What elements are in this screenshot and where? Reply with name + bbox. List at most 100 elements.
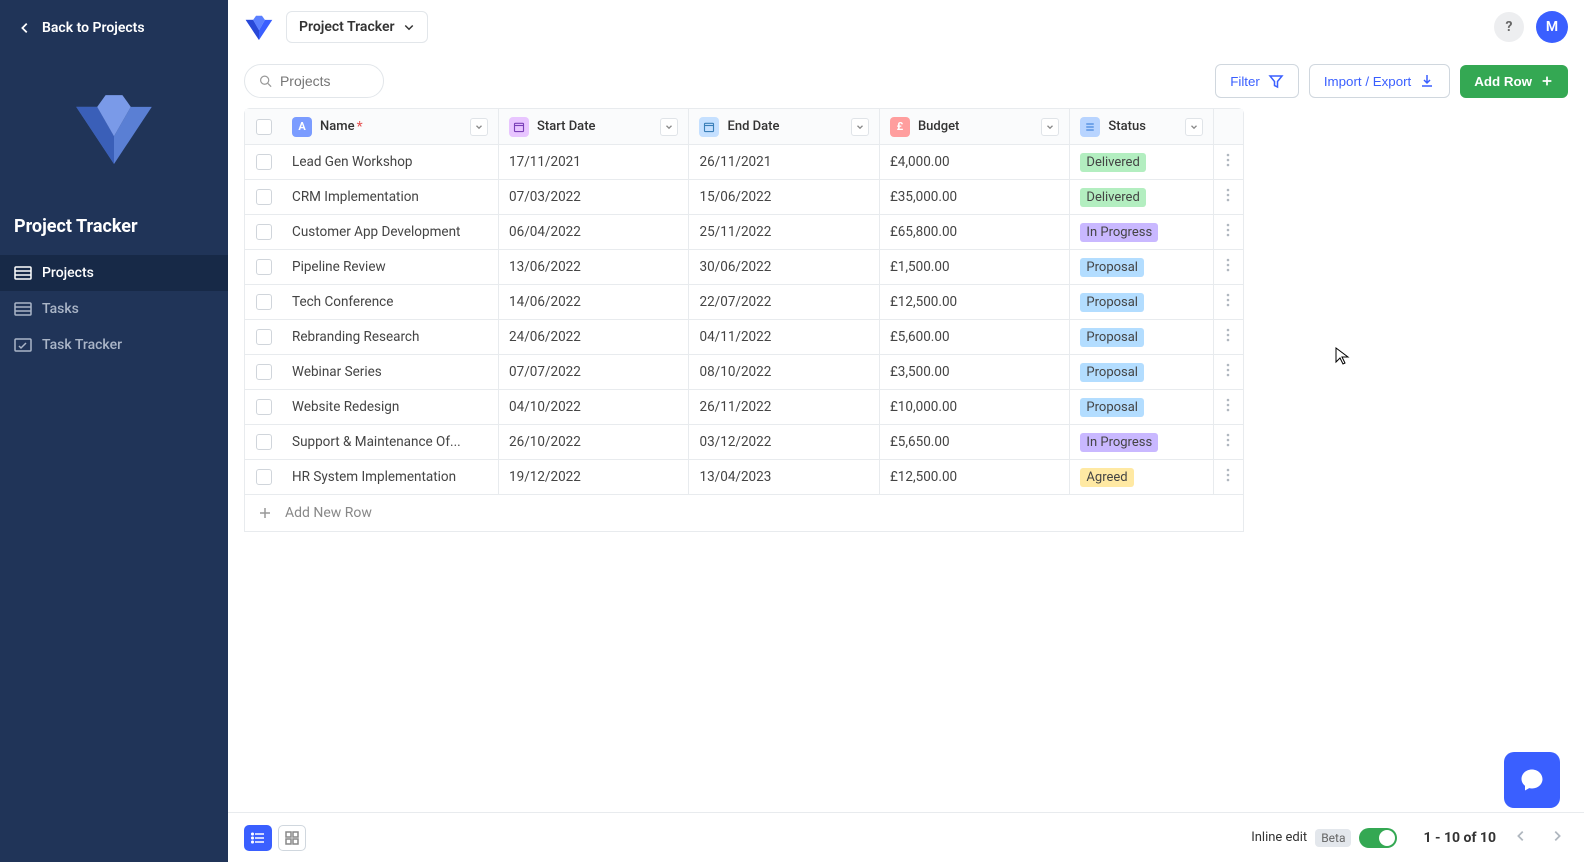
table-row[interactable]: Customer App Development06/04/202225/11/…	[245, 215, 1243, 250]
cell-start-date[interactable]: 07/07/2022	[499, 355, 689, 389]
cell-start-date[interactable]: 04/10/2022	[499, 390, 689, 424]
table-row[interactable]: Lead Gen Workshop17/11/202126/11/2021£4,…	[245, 145, 1243, 180]
row-menu-button[interactable]	[1226, 153, 1230, 171]
list-view-button[interactable]	[244, 825, 272, 851]
select-all-checkbox[interactable]	[256, 119, 272, 135]
table-row[interactable]: Pipeline Review13/06/202230/06/2022£1,50…	[245, 250, 1243, 285]
cell-status[interactable]: Proposal	[1070, 355, 1213, 389]
column-menu-button[interactable]	[470, 118, 488, 136]
column-menu-button[interactable]	[660, 118, 678, 136]
inline-edit-toggle[interactable]	[1359, 828, 1397, 848]
row-checkbox[interactable]	[256, 224, 272, 240]
filter-button[interactable]: Filter	[1215, 64, 1299, 98]
cell-end-date[interactable]: 26/11/2022	[689, 390, 879, 424]
cell-status[interactable]: Proposal	[1070, 285, 1213, 319]
column-header-end-date[interactable]: End Date	[689, 109, 879, 144]
row-checkbox[interactable]	[256, 189, 272, 205]
row-menu-button[interactable]	[1226, 468, 1230, 486]
nav-item-tasks[interactable]: Tasks	[0, 291, 228, 327]
row-menu-button[interactable]	[1226, 433, 1230, 451]
column-menu-button[interactable]	[1041, 118, 1059, 136]
table-row[interactable]: Tech Conference14/06/202222/07/2022£12,5…	[245, 285, 1243, 320]
row-checkbox[interactable]	[256, 329, 272, 345]
cell-status[interactable]: In Progress	[1070, 215, 1213, 249]
cell-status[interactable]: Proposal	[1070, 390, 1213, 424]
prev-page-button[interactable]	[1510, 825, 1532, 851]
nav-item-task-tracker[interactable]: Task Tracker	[0, 327, 228, 363]
table-row[interactable]: HR System Implementation19/12/202213/04/…	[245, 460, 1243, 495]
cell-start-date[interactable]: 07/03/2022	[499, 180, 689, 214]
cell-budget[interactable]: £12,500.00	[880, 460, 1070, 494]
table-row[interactable]: Website Redesign04/10/202226/11/2022£10,…	[245, 390, 1243, 425]
cell-start-date[interactable]: 19/12/2022	[499, 460, 689, 494]
row-checkbox[interactable]	[256, 364, 272, 380]
cell-name[interactable]: Rebranding Research	[282, 320, 499, 354]
cell-name[interactable]: HR System Implementation	[282, 460, 499, 494]
row-checkbox[interactable]	[256, 399, 272, 415]
user-avatar[interactable]: M	[1536, 11, 1568, 43]
cell-status[interactable]: In Progress	[1070, 425, 1213, 459]
cell-end-date[interactable]: 13/04/2023	[689, 460, 879, 494]
cell-name[interactable]: CRM Implementation	[282, 180, 499, 214]
row-menu-button[interactable]	[1226, 363, 1230, 381]
cell-start-date[interactable]: 13/06/2022	[499, 250, 689, 284]
cell-name[interactable]: Pipeline Review	[282, 250, 499, 284]
column-header-budget[interactable]: £ Budget	[880, 109, 1070, 144]
cell-end-date[interactable]: 26/11/2021	[689, 145, 879, 179]
cell-end-date[interactable]: 22/07/2022	[689, 285, 879, 319]
cell-budget[interactable]: £35,000.00	[880, 180, 1070, 214]
cell-end-date[interactable]: 15/06/2022	[689, 180, 879, 214]
chat-fab[interactable]	[1504, 752, 1560, 808]
row-checkbox[interactable]	[256, 434, 272, 450]
row-checkbox[interactable]	[256, 469, 272, 485]
cell-name[interactable]: Webinar Series	[282, 355, 499, 389]
cell-budget[interactable]: £5,600.00	[880, 320, 1070, 354]
back-to-projects-link[interactable]: Back to Projects	[0, 0, 228, 56]
search-box[interactable]	[244, 64, 384, 98]
cell-name[interactable]: Customer App Development	[282, 215, 499, 249]
app-logo-small[interactable]	[244, 14, 274, 40]
cell-end-date[interactable]: 03/12/2022	[689, 425, 879, 459]
row-menu-button[interactable]	[1226, 188, 1230, 206]
row-checkbox[interactable]	[256, 294, 272, 310]
cell-start-date[interactable]: 06/04/2022	[499, 215, 689, 249]
column-menu-button[interactable]	[1185, 118, 1203, 136]
cell-budget[interactable]: £3,500.00	[880, 355, 1070, 389]
column-header-status[interactable]: Status	[1070, 109, 1213, 144]
column-header-start-date[interactable]: Start Date	[499, 109, 689, 144]
cell-name[interactable]: Support & Maintenance Of...	[282, 425, 499, 459]
cell-budget[interactable]: £65,800.00	[880, 215, 1070, 249]
cell-name[interactable]: Tech Conference	[282, 285, 499, 319]
cell-start-date[interactable]: 26/10/2022	[499, 425, 689, 459]
cell-budget[interactable]: £4,000.00	[880, 145, 1070, 179]
row-menu-button[interactable]	[1226, 258, 1230, 276]
row-menu-button[interactable]	[1226, 398, 1230, 416]
cell-end-date[interactable]: 04/11/2022	[689, 320, 879, 354]
search-input[interactable]	[280, 73, 369, 89]
cell-status[interactable]: Proposal	[1070, 250, 1213, 284]
column-header-name[interactable]: A Name*	[282, 109, 499, 144]
cell-status[interactable]: Agreed	[1070, 460, 1213, 494]
nav-item-projects[interactable]: Projects	[0, 255, 228, 291]
cell-name[interactable]: Lead Gen Workshop	[282, 145, 499, 179]
table-row[interactable]: Rebranding Research24/06/202204/11/2022£…	[245, 320, 1243, 355]
cell-budget[interactable]: £1,500.00	[880, 250, 1070, 284]
column-menu-button[interactable]	[851, 118, 869, 136]
row-menu-button[interactable]	[1226, 293, 1230, 311]
cell-status[interactable]: Delivered	[1070, 145, 1213, 179]
cell-name[interactable]: Website Redesign	[282, 390, 499, 424]
cell-end-date[interactable]: 25/11/2022	[689, 215, 879, 249]
cell-start-date[interactable]: 24/06/2022	[499, 320, 689, 354]
help-button[interactable]: ?	[1494, 12, 1524, 42]
cell-budget[interactable]: £10,000.00	[880, 390, 1070, 424]
table-row[interactable]: Support & Maintenance Of...26/10/202203/…	[245, 425, 1243, 460]
cell-budget[interactable]: £5,650.00	[880, 425, 1070, 459]
row-menu-button[interactable]	[1226, 328, 1230, 346]
add-new-row-inline[interactable]: Add New Row	[245, 495, 1243, 531]
import-export-button[interactable]: Import / Export	[1309, 64, 1450, 98]
project-switcher[interactable]: Project Tracker	[286, 11, 428, 43]
cell-budget[interactable]: £12,500.00	[880, 285, 1070, 319]
row-menu-button[interactable]	[1226, 223, 1230, 241]
row-checkbox[interactable]	[256, 259, 272, 275]
row-checkbox[interactable]	[256, 154, 272, 170]
